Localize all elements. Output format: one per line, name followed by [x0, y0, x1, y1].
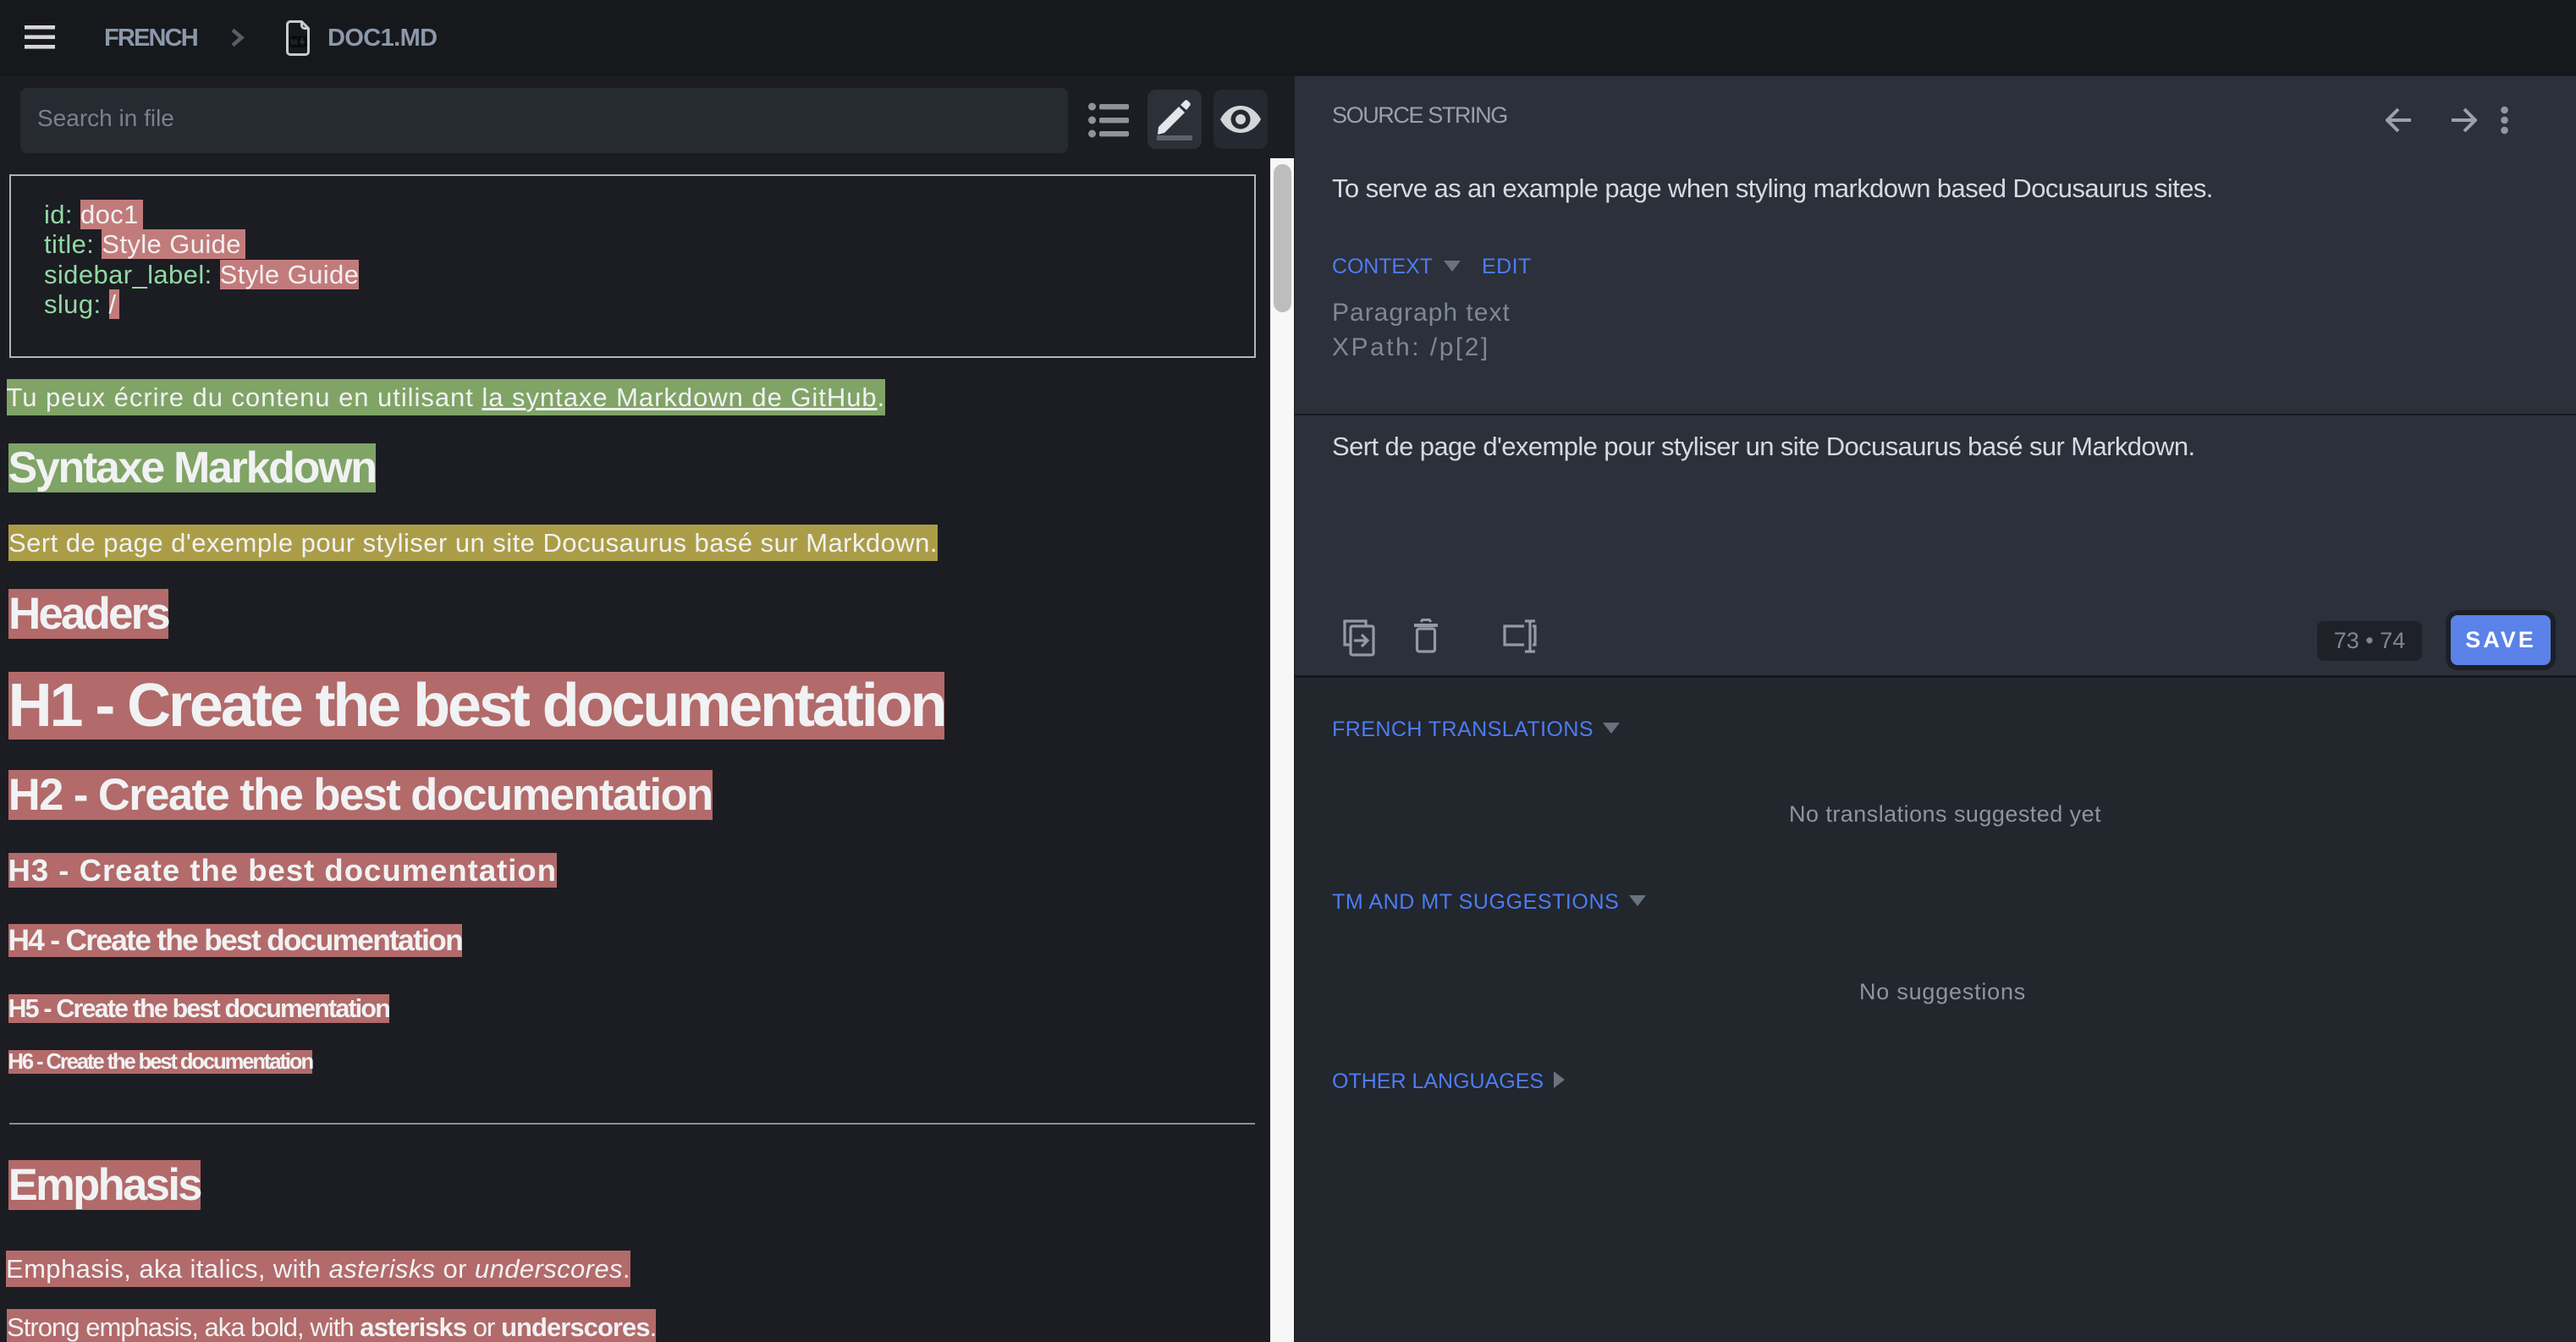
svg-text:M: M: [291, 38, 298, 47]
